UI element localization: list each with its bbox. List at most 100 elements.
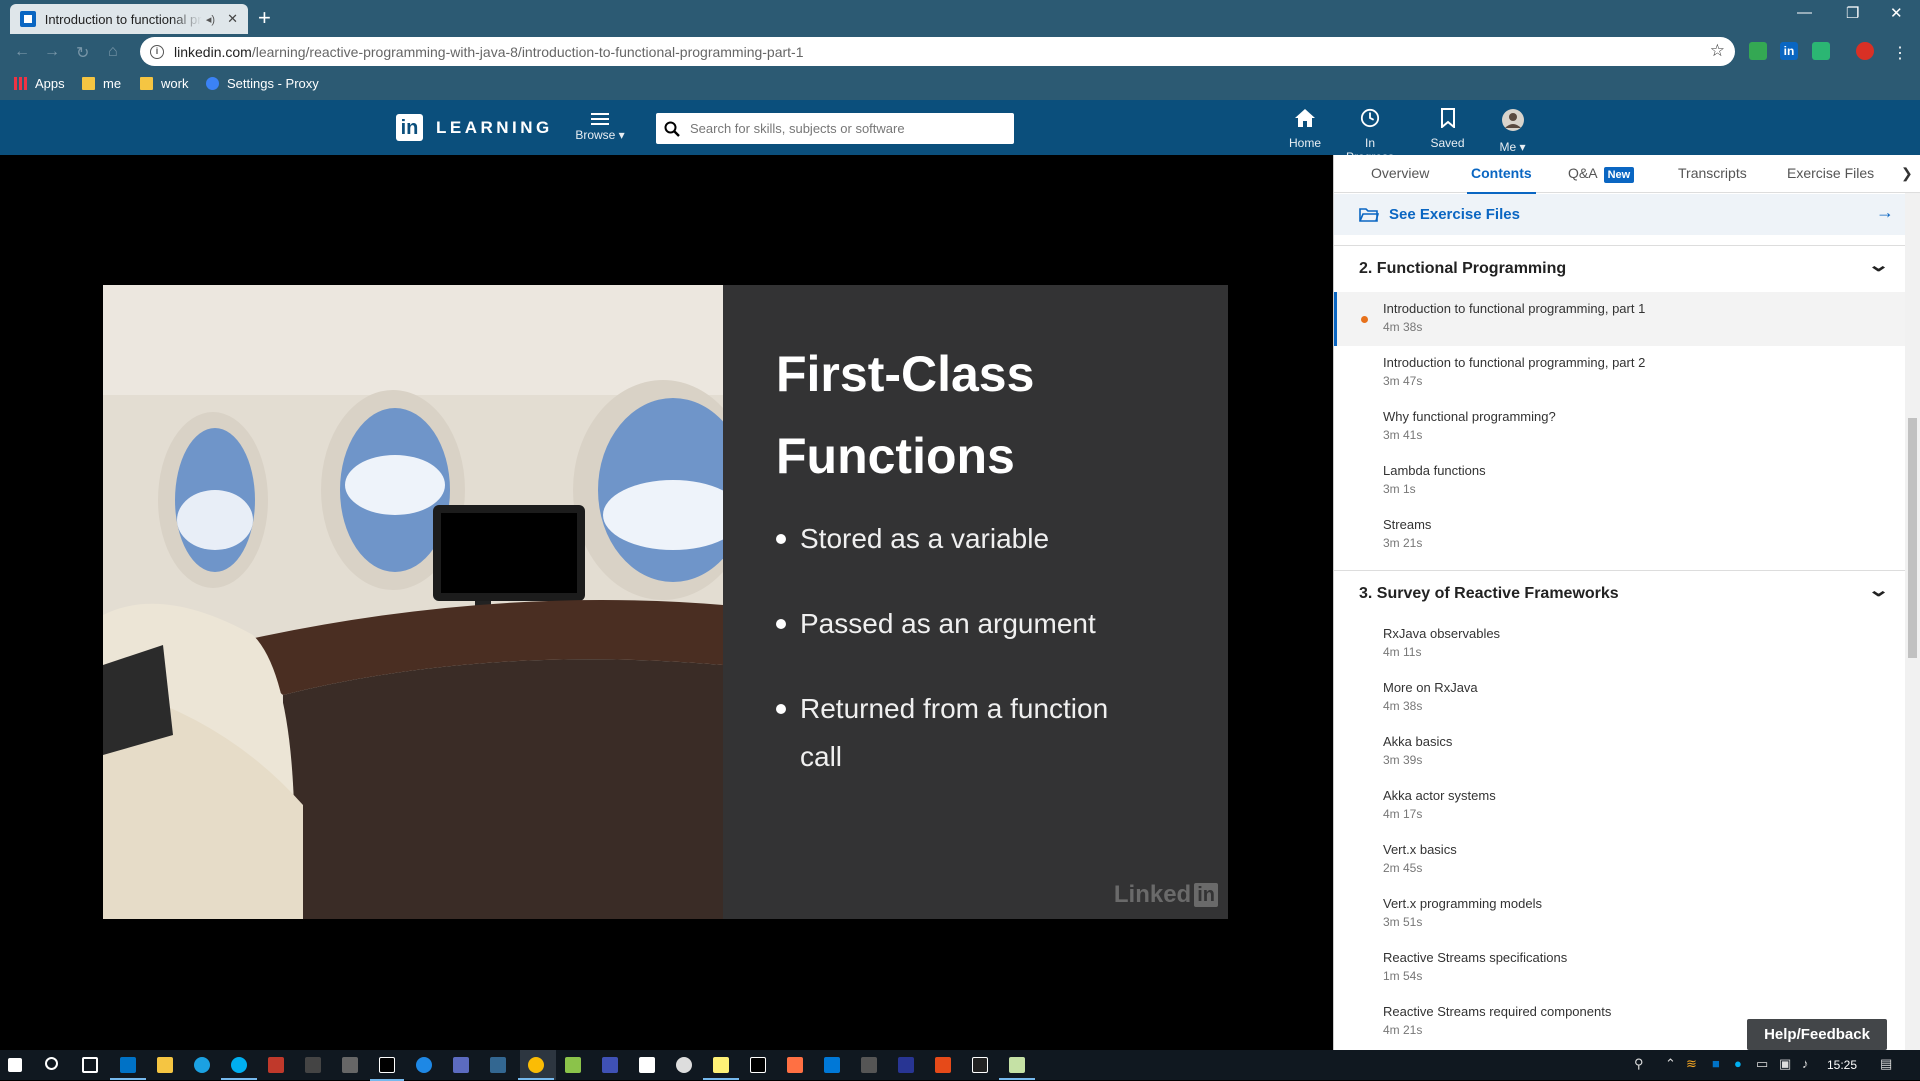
app-icon[interactable] xyxy=(935,1057,951,1073)
address-bar[interactable]: i linkedin.com /learning/reactive-progra… xyxy=(140,37,1735,66)
tab-close-icon[interactable]: ✕ xyxy=(227,11,238,27)
folder-icon xyxy=(140,77,153,90)
tabs-scroll-right-icon[interactable]: ❯ xyxy=(1901,165,1913,182)
list-item[interactable]: Akka basics 3m 39s xyxy=(1334,725,1906,779)
linkedin-learning-logo[interactable]: in LEARNING xyxy=(396,114,553,141)
action-center-icon[interactable]: ▤ xyxy=(1880,1056,1892,1072)
bookmark-icon xyxy=(1440,108,1455,130)
people-icon[interactable]: ⚲ xyxy=(1634,1056,1644,1072)
paint-icon[interactable] xyxy=(676,1057,692,1073)
search-icon[interactable] xyxy=(45,1057,58,1070)
help-feedback-button[interactable]: Help/Feedback xyxy=(1747,1019,1887,1050)
internet-explorer-icon[interactable] xyxy=(194,1057,210,1073)
app-icon[interactable] xyxy=(416,1057,432,1073)
nav-me[interactable]: Me ▾ xyxy=(1495,108,1530,154)
new-badge: New xyxy=(1603,167,1635,183)
audio-playing-icon[interactable]: ◂) xyxy=(206,13,215,26)
chapter-header[interactable]: 2. Functional Programming ⌄ xyxy=(1334,255,1906,292)
bookmark-star-icon[interactable]: ☆ xyxy=(1710,41,1725,61)
profile-avatar-icon[interactable] xyxy=(1856,42,1874,60)
vscode-icon[interactable] xyxy=(824,1057,840,1073)
nav-home[interactable]: Home xyxy=(1280,108,1330,150)
tab-contents[interactable]: Contents xyxy=(1467,165,1536,194)
list-item[interactable]: Lambda functions 3m 1s xyxy=(1334,454,1906,508)
list-item[interactable]: Introduction to functional programming, … xyxy=(1334,292,1906,346)
app-icon[interactable] xyxy=(898,1057,914,1073)
volume-icon[interactable]: ♪ xyxy=(1802,1056,1809,1071)
list-item[interactable]: Vert.x programming models 3m 51s xyxy=(1334,887,1906,941)
battery-icon[interactable]: ▭ xyxy=(1756,1056,1768,1072)
list-item[interactable]: Why functional programming? 3m 41s xyxy=(1334,400,1906,454)
linkedin-extension-icon[interactable]: in xyxy=(1780,42,1798,60)
chrome-menu-icon[interactable]: ⋮ xyxy=(1892,43,1908,63)
network-icon[interactable]: ▣ xyxy=(1779,1056,1791,1072)
intellij-icon[interactable] xyxy=(750,1057,766,1073)
postgres-icon[interactable] xyxy=(490,1057,506,1073)
list-item[interactable]: Akka actor systems 4m 17s xyxy=(1334,779,1906,833)
task-view-icon[interactable] xyxy=(82,1057,98,1073)
restore-icon[interactable]: ❐ xyxy=(1846,4,1859,22)
list-item[interactable]: Streams 3m 21s xyxy=(1334,508,1906,562)
skype-tray-icon[interactable]: ● xyxy=(1734,1056,1742,1071)
scrollbar-thumb[interactable] xyxy=(1908,418,1917,658)
back-icon[interactable]: ← xyxy=(14,43,30,61)
bookmark-work[interactable]: work xyxy=(140,76,188,91)
list-item[interactable]: Reactive Streams specifications 1m 54s xyxy=(1334,941,1906,995)
outlook-icon[interactable] xyxy=(110,1057,146,1080)
show-hidden-icons-chevron-icon[interactable]: ⌃ xyxy=(1665,1056,1676,1072)
sticky-notes-icon[interactable] xyxy=(703,1057,739,1080)
chrome-icon[interactable] xyxy=(518,1057,554,1080)
new-tab-button[interactable]: + xyxy=(258,5,271,31)
chevron-down-icon[interactable]: ⌄ xyxy=(1867,255,1890,276)
app-icon[interactable] xyxy=(565,1057,581,1073)
intellij-icon[interactable] xyxy=(370,1057,404,1081)
video-title: Streams xyxy=(1383,517,1432,532)
sidebar-scrollbar[interactable] xyxy=(1905,193,1920,1050)
tab-qa[interactable]: Q&A New xyxy=(1568,165,1635,183)
git-icon[interactable] xyxy=(268,1057,284,1073)
search-box[interactable] xyxy=(656,113,1014,144)
window-close-icon[interactable]: ✕ xyxy=(1890,4,1903,22)
snipping-tool-icon[interactable] xyxy=(639,1057,655,1073)
browse-menu-button[interactable]: Browse ▾ xyxy=(574,110,626,142)
chevron-down-icon[interactable]: ⌄ xyxy=(1867,580,1890,601)
list-item[interactable]: Vert.x basics 2m 45s xyxy=(1334,833,1906,887)
skype-icon[interactable] xyxy=(221,1057,257,1080)
notepad-icon[interactable] xyxy=(999,1057,1035,1080)
extension-badge-icon[interactable] xyxy=(1812,42,1830,60)
video-player[interactable]: First-Class Functions Stored as a variab… xyxy=(0,155,1333,1050)
tab-overview[interactable]: Overview xyxy=(1371,165,1429,181)
extension-icon[interactable] xyxy=(1749,42,1767,60)
tray-app-icon[interactable]: ≋ xyxy=(1686,1056,1697,1072)
bookmark-apps[interactable]: Apps xyxy=(14,76,65,91)
tab-transcripts[interactable]: Transcripts xyxy=(1678,165,1747,181)
reload-icon[interactable]: ↻ xyxy=(76,43,89,63)
app-icon[interactable] xyxy=(787,1057,803,1073)
home-icon[interactable]: ⌂ xyxy=(108,43,118,61)
bookmark-me[interactable]: me xyxy=(82,76,121,91)
app-icon[interactable] xyxy=(861,1057,877,1073)
browser-tab-active[interactable]: Introduction to functional programming, … xyxy=(10,4,248,34)
app-icon[interactable] xyxy=(602,1057,618,1073)
minimize-icon[interactable]: — xyxy=(1797,4,1812,21)
virtualbox-icon[interactable] xyxy=(453,1057,469,1073)
see-exercise-files-link[interactable]: See Exercise Files → xyxy=(1334,194,1906,235)
7zip-icon[interactable] xyxy=(972,1057,988,1073)
outlook-tray-icon[interactable]: ■ xyxy=(1712,1056,1720,1071)
app-icon[interactable] xyxy=(342,1057,358,1073)
windows-start-icon[interactable] xyxy=(8,1058,22,1072)
list-item[interactable]: More on RxJava 4m 38s xyxy=(1334,671,1906,725)
tab-exercise-files[interactable]: Exercise Files xyxy=(1787,165,1874,181)
file-explorer-icon[interactable] xyxy=(157,1057,173,1073)
bookmark-settings-proxy[interactable]: Settings - Proxy xyxy=(206,76,319,91)
forward-icon[interactable]: → xyxy=(44,43,60,61)
terminal-icon[interactable] xyxy=(305,1057,321,1073)
chapter-header[interactable]: 3. Survey of Reactive Frameworks ⌄ xyxy=(1334,580,1906,617)
nav-saved[interactable]: Saved xyxy=(1425,108,1470,150)
list-item[interactable]: RxJava observables 4m 11s xyxy=(1334,617,1906,671)
system-clock[interactable]: 15:25 xyxy=(1827,1058,1857,1072)
list-item[interactable]: Introduction to functional programming, … xyxy=(1334,346,1906,400)
site-info-icon[interactable]: i xyxy=(150,44,164,59)
chapter-title: 3. Survey of Reactive Frameworks xyxy=(1359,585,1619,602)
search-input[interactable] xyxy=(690,121,990,136)
